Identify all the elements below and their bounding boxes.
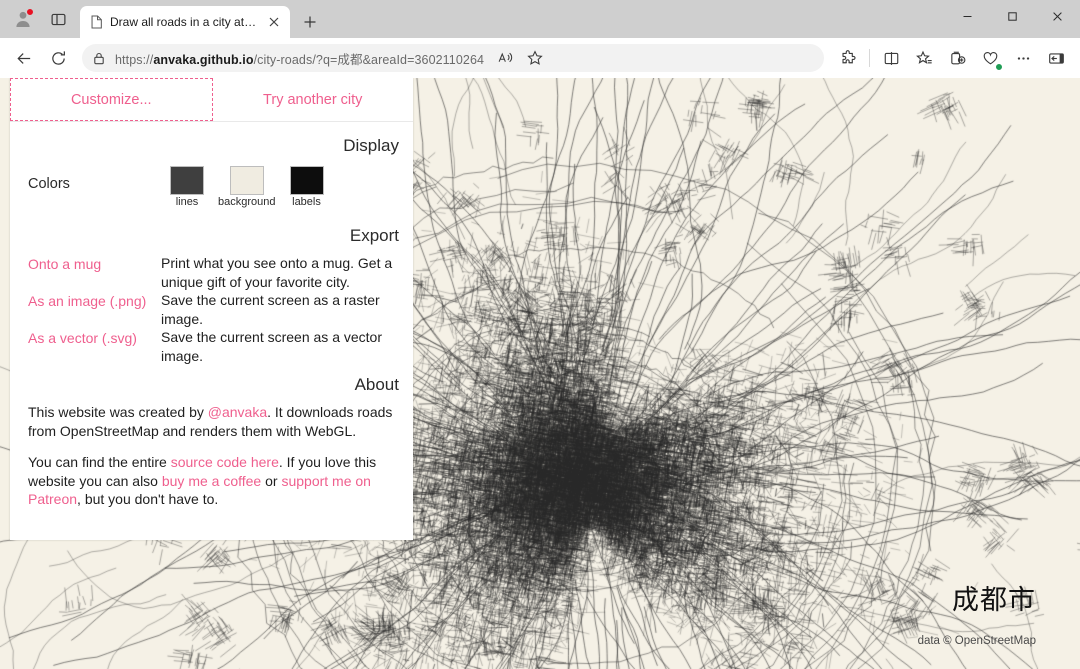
export-link-svg[interactable]: As a vector (.svg)	[28, 328, 161, 365]
tab-actions-menu-button[interactable]	[44, 5, 72, 33]
about-p2-before: You can find the entire	[28, 454, 171, 470]
address-bar-actions	[491, 45, 549, 71]
swatch-labels-color[interactable]	[289, 166, 324, 195]
export-desc-png: Save the current screen as a raster imag…	[161, 292, 380, 327]
about-p2-after: , but you don't have to.	[77, 491, 219, 507]
split-screen-button[interactable]	[875, 42, 907, 74]
panel-tab-bar: Customize... Try another city	[10, 78, 413, 122]
tab-strip-left-controls	[0, 0, 76, 38]
browser-tab-title: Draw all roads in a city at once	[110, 15, 257, 29]
url-prefix: https://	[115, 52, 154, 67]
add-favorite-button[interactable]	[521, 45, 549, 71]
page-icon	[91, 15, 102, 29]
avatar-notification-dot	[26, 8, 34, 16]
about-link-source-code[interactable]: source code here	[171, 454, 279, 470]
back-button[interactable]	[8, 42, 40, 74]
sidebar-toggle-icon	[1048, 52, 1064, 64]
swatch-labels[interactable]: labels	[289, 166, 324, 208]
close-icon	[1053, 11, 1062, 21]
read-aloud-icon	[498, 52, 513, 63]
color-swatches: lines background labels	[170, 166, 324, 208]
tab-strip-drag-region	[324, 0, 945, 38]
read-aloud-button[interactable]	[491, 45, 519, 71]
about-link-buy-coffee[interactable]: buy me a coffee	[162, 473, 261, 489]
avatar[interactable]	[10, 6, 36, 32]
browser-tab-active[interactable]: Draw all roads in a city at once	[80, 6, 290, 38]
browser-window: 成都市 data © OpenStreetMap Customize... Tr…	[0, 0, 1080, 669]
favorites-button[interactable]	[908, 42, 940, 74]
tab-customize-label: Customize...	[70, 91, 152, 108]
about-paragraph-1: This website was created by @anvaka. It …	[20, 403, 399, 440]
export-desc-svg: Save the current screen as a vector imag…	[161, 329, 382, 364]
display-heading: Display	[343, 136, 399, 155]
split-screen-icon	[884, 51, 898, 65]
customize-panel: Customize... Try another city Display Co…	[10, 78, 413, 540]
web-page-content: 成都市 data © OpenStreetMap Customize... Tr…	[0, 78, 1080, 669]
url-domain: anvaka.github.io	[153, 52, 254, 67]
swatch-labels-label: labels	[292, 196, 321, 208]
window-maximize-button[interactable]	[990, 0, 1035, 32]
refresh-button[interactable]	[42, 42, 74, 74]
about-p1-before: This website was created by	[28, 404, 208, 420]
refresh-icon	[51, 50, 65, 65]
minimize-icon	[963, 15, 972, 17]
lock-icon	[90, 49, 108, 67]
window-minimize-button[interactable]	[945, 0, 990, 32]
export-options-list: Onto a mug Print what you see onto a mug…	[20, 254, 399, 365]
extensions-button[interactable]	[832, 42, 864, 74]
swatch-lines-color[interactable]	[170, 166, 204, 195]
settings-more-icon	[1017, 56, 1029, 60]
toolbar-separator	[869, 49, 870, 67]
address-bar[interactable]: https://anvaka.github.io/city-roads/?q=成…	[82, 44, 824, 72]
new-tab-button[interactable]	[296, 8, 324, 36]
collections-icon	[950, 51, 965, 64]
url-path: /city-roads/?q=成都&areaId=3602110264	[253, 52, 485, 67]
address-bar-url: https://anvaka.github.io/city-roads/?q=成…	[115, 49, 484, 68]
maximize-icon	[1008, 11, 1017, 21]
swatch-background[interactable]: background	[218, 166, 276, 208]
browser-tab-strip: Draw all roads in a city at once	[0, 0, 1080, 38]
swatch-background-color[interactable]	[229, 166, 264, 195]
about-p2-mid2: or	[261, 472, 282, 489]
about-heading: About	[354, 375, 399, 394]
lock-glyph	[94, 52, 104, 64]
browser-essentials-button[interactable]	[974, 42, 1006, 74]
city-name-label: 成都市	[952, 585, 1036, 616]
colors-row: Colors lines background labels	[20, 164, 399, 216]
tab-try-another-city-label: Try another city	[263, 91, 363, 108]
export-heading: Export	[349, 226, 399, 245]
export-desc-mug: Print what you see onto a mug. Get a uni…	[161, 255, 393, 290]
export-link-mug[interactable]: Onto a mug	[28, 254, 161, 291]
favorites-icon	[915, 50, 932, 64]
tab-actions-menu-icon	[51, 13, 65, 25]
extensions-icon	[841, 49, 856, 63]
export-link-png[interactable]: As an image (.png)	[28, 291, 161, 328]
collections-button[interactable]	[941, 42, 973, 74]
window-close-button[interactable]	[1035, 0, 1080, 32]
swatch-lines[interactable]: lines	[170, 166, 204, 208]
swatch-lines-label: lines	[175, 196, 199, 208]
back-arrow-icon	[16, 52, 30, 64]
tab-close-button[interactable]	[264, 12, 284, 32]
about-paragraph-2: You can find the entire source code here…	[20, 453, 399, 509]
window-controls	[945, 0, 1080, 38]
sidebar-toggle-button[interactable]	[1040, 42, 1072, 74]
star-icon	[527, 50, 543, 65]
panel-body: Display Colors lines background labels E…	[10, 122, 413, 540]
essentials-status-badge	[995, 63, 1003, 71]
map-attribution: data © OpenStreetMap	[917, 635, 1036, 647]
browser-toolbar: https://anvaka.github.io/city-roads/?q=成…	[0, 38, 1080, 78]
colors-label: Colors	[28, 176, 70, 192]
about-link-anvaka[interactable]: @anvaka	[208, 404, 267, 420]
plus-icon	[304, 16, 316, 28]
tab-try-another-city[interactable]: Try another city	[212, 78, 413, 121]
close-icon	[269, 17, 279, 27]
tab-customize[interactable]: Customize...	[10, 78, 213, 121]
toolbar-right-icons	[832, 42, 1072, 74]
settings-and-more-button[interactable]	[1007, 42, 1039, 74]
swatch-background-label: background	[218, 196, 276, 208]
